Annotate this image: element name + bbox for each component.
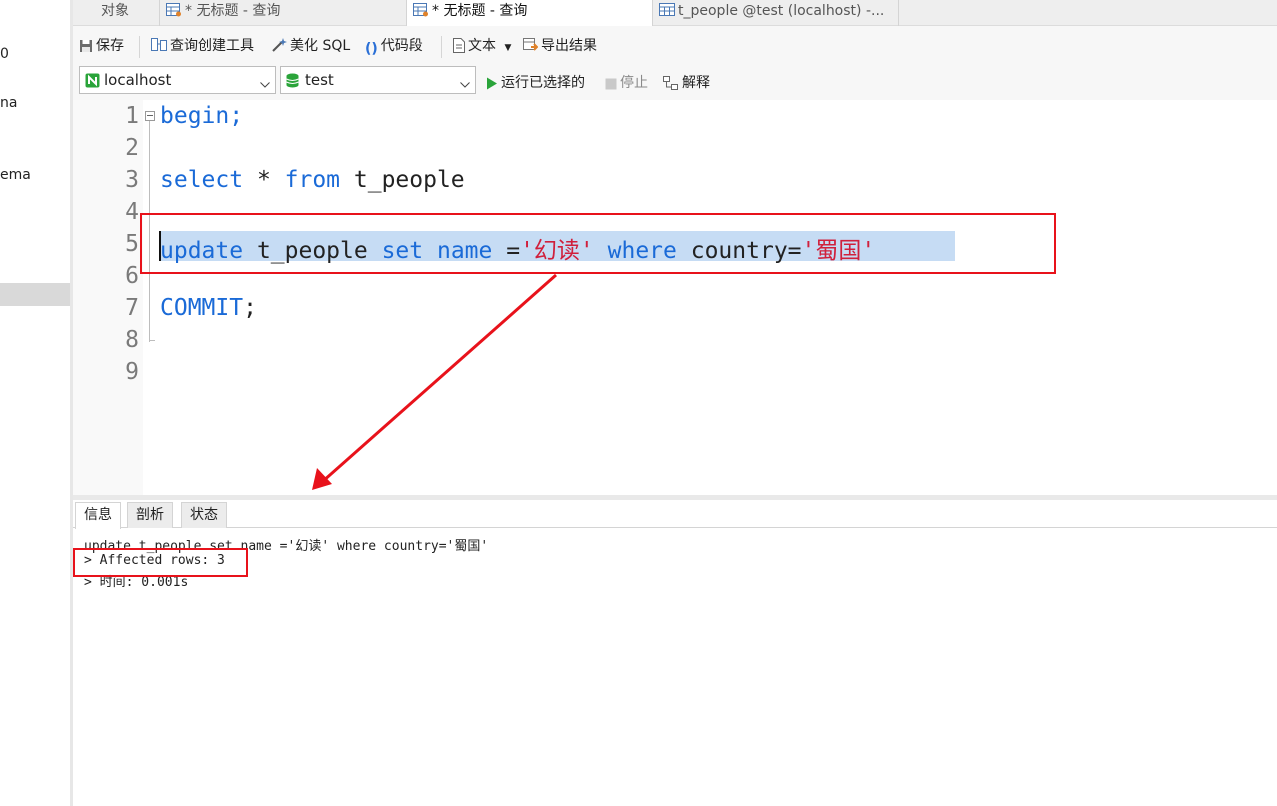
keyword-token: from (284, 167, 341, 193)
connection-toolbar: localhost test 运行已选择的 停止 解释 (73, 66, 1277, 100)
code-token: ; (243, 295, 257, 321)
tab-query-untitled-2[interactable]: * 无标题 - 查询 (407, 0, 653, 27)
text-label: 文本 (468, 38, 496, 54)
tab-query-untitled-1[interactable]: * 无标题 - 查询 (160, 0, 407, 26)
tab-label: * 无标题 - 查询 (432, 3, 528, 19)
line-number: 1 (125, 103, 139, 129)
explain-button[interactable]: 解释 (663, 72, 710, 94)
keyword-token: select (160, 167, 244, 193)
query-toolbar: 保存 查询创建工具 美化 SQL () 代码段 文本 ▼ 导出结果 (73, 26, 1277, 66)
line-number: 8 (125, 327, 139, 353)
braces-icon: () (365, 41, 378, 57)
beautify-label: 美化 SQL (290, 38, 351, 54)
tab-label: * 无标题 - 查询 (185, 3, 281, 19)
tab-table-t-people[interactable]: t_people @test (localhost) -... (653, 0, 899, 26)
tab-label: t_people @test (localhost) -... (678, 3, 885, 19)
line-number: 4 (125, 199, 139, 225)
line-number: 3 (125, 167, 139, 193)
keyword-token: COMMIT (160, 295, 244, 321)
line-number: 7 (125, 295, 139, 321)
tab-label: 对象 (101, 3, 129, 19)
query-builder-button[interactable]: 查询创建工具 (151, 37, 254, 57)
play-icon (486, 77, 498, 94)
stop-button[interactable]: 停止 (605, 72, 648, 94)
stop-label: 停止 (620, 75, 648, 91)
chevron-down-icon (260, 76, 270, 92)
tree-item-selected[interactable] (0, 283, 70, 306)
document-icon (453, 38, 465, 58)
tab-message[interactable]: 信息 (75, 502, 121, 529)
tab-objects[interactable]: 对象 (73, 0, 160, 26)
code-line-1: begin; (160, 103, 243, 129)
save-button[interactable]: 保存 (79, 37, 124, 57)
database-select[interactable]: test (280, 66, 476, 94)
tree-item[interactable]: ema (0, 167, 31, 183)
fold-guide-end (149, 340, 155, 341)
connection-value: localhost (104, 71, 172, 89)
line-number: 5 (125, 231, 139, 257)
fold-toggle-icon[interactable] (145, 111, 155, 121)
explain-icon (663, 76, 679, 94)
line-number: 9 (125, 359, 139, 385)
stop-icon (605, 78, 617, 94)
run-selected-label: 运行已选择的 (501, 75, 585, 91)
tab-label: 信息 (84, 507, 112, 523)
query-table-icon (166, 2, 182, 25)
wand-icon (271, 38, 287, 58)
save-icon (79, 39, 93, 58)
code-snippet-button[interactable]: () 代码段 (365, 37, 423, 57)
navicat-query-window: 0 na ema 对象 * 无标题 - 查询 * 无标题 - 查询 t_peop… (0, 0, 1277, 806)
tab-label: 剖析 (136, 507, 164, 523)
tab-profile[interactable]: 剖析 (127, 502, 173, 528)
snippet-label: 代码段 (380, 38, 423, 54)
annotation-box-affected-rows (73, 548, 248, 577)
sql-editor[interactable]: 1 2 3 4 5 6 7 8 9 begin; select * from t… (73, 100, 1277, 495)
tab-bar: 对象 * 无标题 - 查询 * 无标题 - 查询 t_people @test … (73, 0, 1277, 27)
table-icon (659, 2, 675, 25)
toolbar-divider (441, 36, 442, 58)
line-number: 2 (125, 135, 139, 161)
keyword-token: begin; (160, 103, 244, 129)
toolbar-divider (139, 36, 140, 58)
code-token: * (243, 167, 285, 193)
query-builder-label: 查询创建工具 (170, 38, 254, 54)
code-line-3: select * from t_people (160, 167, 465, 193)
connection-select[interactable]: localhost (79, 66, 276, 94)
database-icon (286, 73, 299, 92)
save-label: 保存 (96, 38, 124, 54)
export-icon (523, 38, 539, 58)
beautify-sql-button[interactable]: 美化 SQL (271, 37, 350, 57)
tab-label: 状态 (190, 507, 218, 523)
database-value: test (305, 71, 334, 89)
line-number: 6 (125, 263, 139, 289)
object-tree-panel: 0 na ema (0, 0, 70, 806)
export-label: 导出结果 (541, 38, 597, 54)
code-token: t_people (340, 167, 465, 193)
tree-item[interactable]: na (0, 95, 17, 111)
server-connection-icon (85, 73, 100, 92)
chevron-down-icon (460, 76, 470, 92)
code-line-7: COMMIT; (160, 295, 257, 321)
line-number-gutter: 1 2 3 4 5 6 7 8 9 (73, 100, 143, 495)
run-selected-button[interactable]: 运行已选择的 (486, 72, 585, 94)
text-mode-button[interactable]: 文本 ▼ (453, 37, 511, 57)
explain-label: 解释 (682, 75, 710, 91)
tree-item[interactable]: 0 (0, 46, 9, 62)
dropdown-arrow-icon: ▼ (504, 43, 512, 53)
result-tab-bar: 信息 剖析 状态 (73, 500, 1277, 529)
query-builder-icon (151, 38, 167, 58)
tab-status[interactable]: 状态 (181, 502, 227, 528)
export-results-button[interactable]: 导出结果 (523, 37, 597, 57)
query-table-icon (413, 2, 429, 25)
annotation-box-update-statement (140, 213, 1056, 274)
